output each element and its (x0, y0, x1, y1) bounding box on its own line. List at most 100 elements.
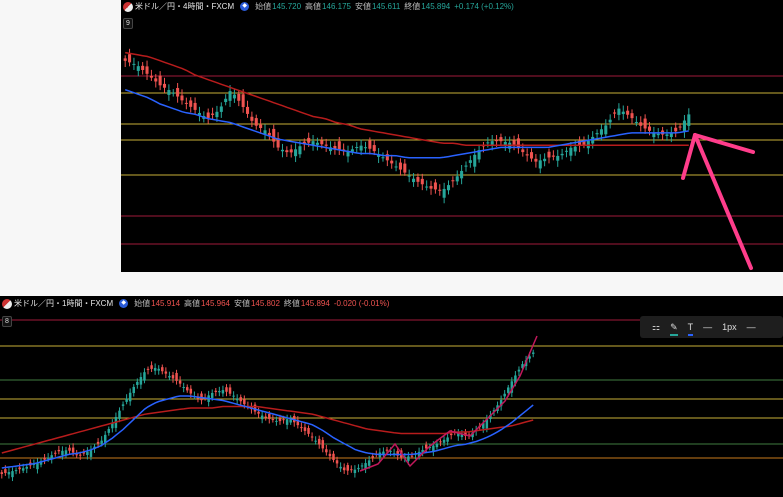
candle-body (626, 110, 630, 115)
candle-body (125, 398, 128, 402)
candle-body (289, 149, 293, 153)
candle-body (643, 118, 647, 129)
open-label: 始値 (255, 2, 272, 11)
candle-body (161, 367, 164, 372)
symbol-title[interactable]: 米ドル／円・4時間・FXCM (135, 2, 234, 11)
indicator-count-badge[interactable]: 9 (123, 18, 133, 29)
candle-body (96, 441, 100, 444)
candle-body (674, 127, 678, 132)
visibility-icon[interactable]: ◆ (119, 299, 129, 309)
candle-body (224, 98, 228, 103)
candle-body (307, 137, 311, 143)
candle-body (455, 176, 459, 182)
candle-body (317, 438, 321, 445)
candle-body (608, 119, 612, 123)
close-label: 終値 (283, 299, 300, 308)
low-value: 145.802 (250, 299, 280, 308)
candle-body (410, 455, 414, 457)
candle-body (184, 102, 188, 104)
candle-body (268, 413, 271, 419)
candle-body (228, 91, 232, 101)
annotation-arrow-head-right (693, 133, 755, 154)
candle-body (162, 83, 167, 88)
candle-body (656, 133, 660, 136)
candle-body (239, 397, 242, 402)
candle-body (442, 188, 446, 198)
candle-body (300, 427, 303, 429)
candle-body (499, 137, 503, 142)
candle-body (132, 63, 136, 65)
candle-body (449, 433, 453, 436)
candle-body (355, 147, 359, 149)
drawing-toolbar: ⚏ ✎ T — 1px — (640, 316, 783, 338)
candle-body (289, 419, 292, 423)
line-width-label[interactable]: 1px (722, 321, 737, 333)
candle-body (350, 469, 353, 471)
candle-body (149, 75, 153, 78)
candle-body (678, 126, 682, 128)
candle-body (586, 140, 590, 149)
candle-body (250, 116, 254, 121)
symbol-header-4h: 米ドル／円・4時間・FXCM ◆ 始値145.720 高値146.175 安値145.6… (123, 0, 514, 14)
object-tree-icon[interactable]: ⚏ (652, 321, 660, 333)
close-value: 145.894 (421, 2, 451, 11)
candle-body (164, 371, 168, 374)
candle-body (531, 352, 535, 354)
candle-body (79, 454, 82, 456)
candle-body (486, 142, 490, 144)
candle-body (617, 108, 621, 115)
candle-body (132, 386, 135, 394)
indicator-count-badge[interactable]: 8 (2, 316, 12, 327)
candle-body (521, 149, 525, 153)
open-value: 145.914 (151, 299, 181, 308)
usdjpy-flag-icon (2, 298, 12, 309)
candle-body (307, 427, 310, 434)
line-style-icon[interactable]: — (703, 321, 712, 333)
candle-body (634, 121, 638, 123)
pencil-icon[interactable]: ✎ (670, 321, 678, 336)
candle-body (121, 404, 125, 406)
candle-body (359, 145, 363, 151)
candle-body (171, 92, 175, 94)
candle-body (153, 367, 157, 371)
candle-body (538, 160, 542, 169)
more-icon[interactable]: — (747, 321, 756, 333)
candle-body (215, 111, 219, 118)
candle-body (4, 469, 7, 474)
candle-body (647, 126, 652, 131)
candle-body (573, 146, 577, 152)
candle-body (446, 437, 449, 442)
candle-body (43, 457, 46, 460)
candle-body (145, 66, 149, 74)
candle-body (245, 106, 250, 114)
candle-body (180, 95, 184, 101)
candle-body (57, 449, 61, 452)
usdjpy-flag-icon (123, 1, 133, 12)
low-label: 安値 (233, 299, 250, 308)
high-value: 146.175 (322, 2, 351, 11)
open-value: 145.720 (272, 2, 302, 11)
candle-body (118, 410, 121, 419)
candle-body (271, 419, 275, 421)
candle-body (150, 365, 153, 369)
candle-body (416, 177, 420, 182)
visibility-icon[interactable]: ◆ (240, 2, 250, 12)
chart-canvas-4h[interactable] (121, 0, 783, 272)
change-value: -0.020 (-0.01%) (333, 299, 390, 308)
candle-body (189, 100, 193, 107)
chart-panel-1h[interactable]: 米ドル／円・1時間・FXCM ◆ 始値145.914 高値145.964 安値145.8… (0, 296, 783, 497)
candle-body (237, 93, 241, 101)
candle-body (294, 149, 298, 157)
candle-body (128, 54, 132, 63)
text-icon[interactable]: T (687, 321, 694, 336)
symbol-title[interactable]: 米ドル／円・1時間・FXCM (14, 299, 113, 308)
candle-body (439, 441, 442, 443)
candle-body (507, 387, 510, 393)
candle-body (314, 440, 317, 442)
chart-panel-4h[interactable]: 米ドル／円・4時間・FXCM ◆ 始値145.720 高値146.175 安値145.6… (121, 0, 783, 272)
candle-body (221, 390, 225, 394)
candle-body (25, 466, 28, 469)
candle-body (320, 140, 324, 145)
candle-body (46, 457, 50, 459)
candle-body (100, 440, 103, 444)
